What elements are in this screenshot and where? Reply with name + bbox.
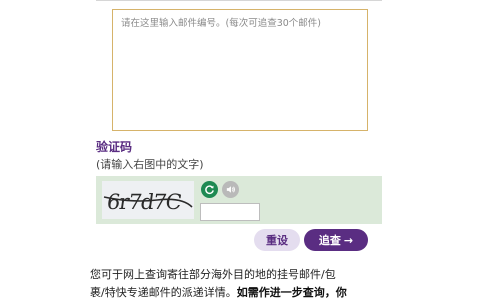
reset-button[interactable]: 重设 (254, 229, 300, 251)
info-line-1: 您可于网上查询寄往部分海外目的地的挂号邮件/包 (90, 268, 336, 281)
audio-captcha-button[interactable] (222, 181, 239, 198)
track-button[interactable]: 追查 → (304, 229, 368, 251)
refresh-icon (205, 185, 214, 195)
tracking-number-textarea[interactable] (112, 9, 368, 131)
info-line-2: 裹/特快专递邮件的派递详情。 (90, 286, 237, 299)
info-paragraph: 您可于网上查询寄往部分海外目的地的挂号邮件/包 裹/特快专递邮件的派递详情。如需… (90, 266, 390, 300)
info-line-2-bold: 如需作进一步查询，你 (236, 286, 347, 299)
captcha-image: 6r7d7C (102, 181, 194, 219)
captcha-panel: 6r7d7C (96, 176, 382, 224)
refresh-captcha-button[interactable] (201, 181, 218, 198)
captcha-title: 验证码 (96, 140, 133, 154)
track-button-label: 追查 (318, 234, 341, 247)
top-divider (96, 0, 382, 1)
arrow-right-icon: → (343, 233, 354, 247)
captcha-hint: (请输入右图中的文字) (96, 158, 204, 171)
speaker-icon (226, 186, 235, 193)
captcha-image-graphic: 6r7d7C (103, 189, 193, 214)
captcha-input[interactable] (200, 203, 260, 221)
reset-button-label: 重设 (266, 234, 288, 247)
